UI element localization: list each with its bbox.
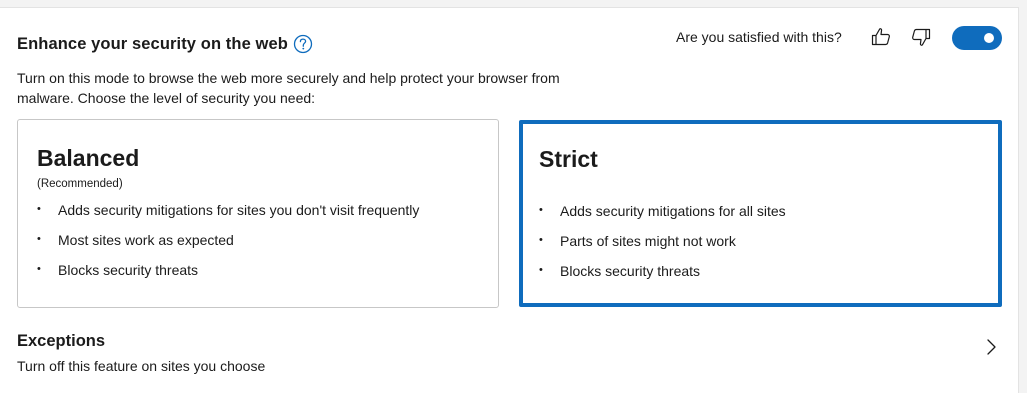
balanced-option-card[interactable]: Balanced (Recommended) Adds security mit…: [17, 119, 499, 308]
list-item: Parts of sites might not work: [539, 230, 786, 261]
list-item: Adds security mitigations for all sites: [539, 200, 786, 231]
toggle-knob: [984, 33, 994, 43]
security-settings-panel: Enhance your security on the web Are you…: [0, 7, 1019, 393]
strict-bullet-list: Adds security mitigations for all sites …: [539, 200, 786, 291]
balanced-bullet-list: Adds security mitigations for sites you …: [37, 199, 419, 290]
thumbs-up-icon[interactable]: [869, 25, 893, 49]
help-icon[interactable]: [293, 34, 313, 54]
security-toggle[interactable]: [952, 26, 1002, 50]
list-item: Most sites work as expected: [37, 229, 419, 260]
balanced-title: Balanced: [37, 145, 140, 171]
exceptions-title[interactable]: Exceptions: [17, 332, 105, 351]
balanced-recommended-label: (Recommended): [37, 178, 123, 190]
thumbs-down-icon[interactable]: [909, 25, 933, 49]
list-item: Blocks security threats: [539, 260, 786, 291]
section-title: Enhance your security on the web: [17, 35, 288, 53]
feedback-question: Are you satisfied with this?: [676, 29, 842, 45]
exceptions-description: Turn off this feature on sites you choos…: [17, 358, 266, 374]
list-item: Adds security mitigations for sites you …: [37, 199, 419, 230]
chevron-right-icon[interactable]: [983, 336, 1001, 358]
section-description: Turn on this mode to browse the web more…: [17, 70, 560, 106]
strict-title: Strict: [539, 146, 598, 172]
strict-option-card[interactable]: Strict Adds security mitigations for all…: [519, 120, 1002, 307]
list-item: Blocks security threats: [37, 259, 419, 290]
